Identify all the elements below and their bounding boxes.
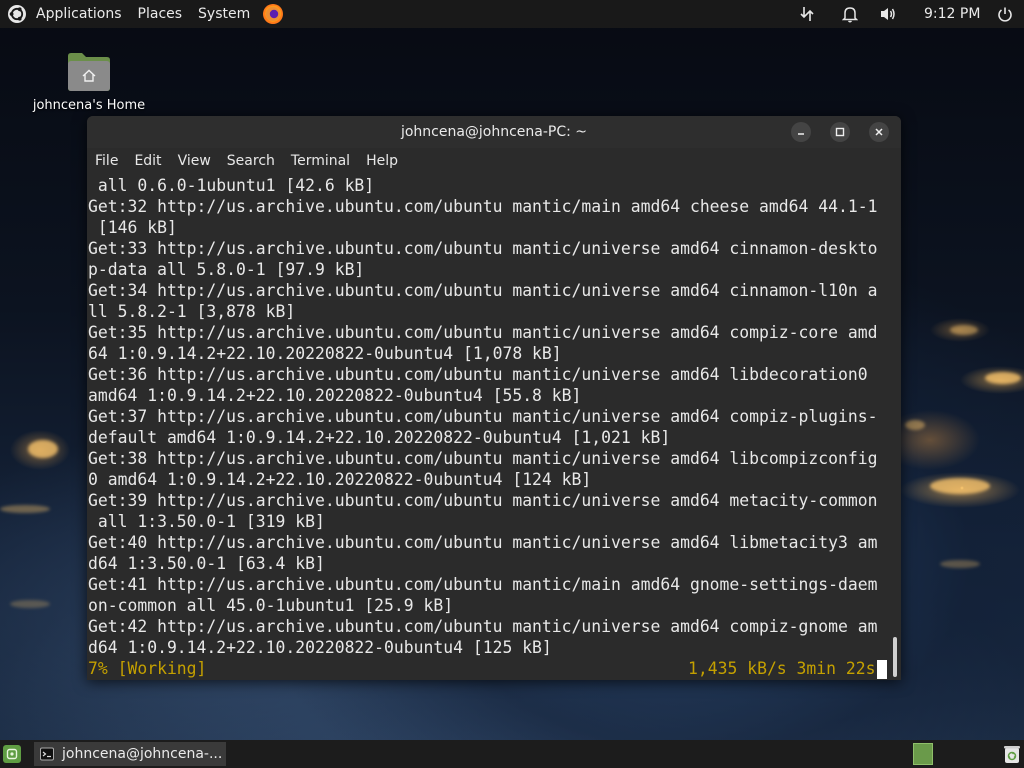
- trash-icon[interactable]: [1003, 744, 1021, 764]
- terminal-line: p-data all 5.8.0-1 [97.9 kB]: [88, 260, 365, 279]
- volume-icon[interactable]: [877, 3, 899, 25]
- terminal-line: Get:39 http://us.archive.ubuntu.com/ubun…: [88, 491, 878, 510]
- scrollbar-thumb[interactable]: [893, 637, 897, 677]
- home-folder-icon: [66, 50, 112, 92]
- terminal-line: Get:42 http://us.archive.ubuntu.com/ubun…: [88, 617, 878, 636]
- terminal-line: Get:34 http://us.archive.ubuntu.com/ubun…: [88, 281, 878, 300]
- progress-status: 7% [Working]: [88, 659, 207, 678]
- terminal-line: Get:33 http://us.archive.ubuntu.com/ubun…: [88, 239, 878, 258]
- home-icon-label: johncena's Home: [32, 98, 146, 113]
- top-panel: Applications Places System 9:12 PM: [0, 0, 1024, 28]
- mint-menu-icon[interactable]: [3, 745, 21, 763]
- terminal-line: Get:38 http://us.archive.ubuntu.com/ubun…: [88, 449, 878, 468]
- download-speed-eta: 1,435 kB/s 3min 22s: [688, 659, 876, 678]
- window-title: johncena@johncena-PC: ~: [400, 124, 588, 140]
- menu-terminal[interactable]: Terminal: [283, 148, 358, 174]
- menu-applications[interactable]: Applications: [28, 0, 130, 28]
- close-icon: [875, 128, 883, 136]
- terminal-menubar: File Edit View Search Terminal Help: [87, 148, 901, 174]
- menu-system[interactable]: System: [190, 0, 258, 28]
- menu-view[interactable]: View: [170, 148, 219, 174]
- terminal-line: ll 5.8.2-1 [3,878 kB]: [88, 302, 296, 321]
- terminal-line: on-common all 45.0-1ubuntu1 [25.9 kB]: [88, 596, 454, 615]
- ubuntu-logo-icon[interactable]: [6, 3, 28, 25]
- bottom-panel: johncena@johncena-...: [0, 740, 1024, 768]
- terminal-line: all 0.6.0-1ubuntu1 [42.6 kB]: [88, 176, 375, 195]
- menu-file[interactable]: File: [87, 148, 126, 174]
- firefox-icon[interactable]: [262, 3, 284, 25]
- terminal-line: Get:36 http://us.archive.ubuntu.com/ubun…: [88, 365, 878, 384]
- maximize-button[interactable]: [830, 122, 850, 142]
- terminal-window[interactable]: johncena@johncena-PC: ~ File Edit View S…: [87, 116, 901, 680]
- workspace-switcher-icon[interactable]: [913, 743, 933, 765]
- terminal-line: 0 amd64 1:0.9.14.2+22.10.20220822-0ubunt…: [88, 470, 592, 489]
- close-button[interactable]: [869, 122, 889, 142]
- terminal-line: d64 1:0.9.14.2+22.10.20220822-0ubuntu4 […: [88, 638, 552, 657]
- maximize-icon: [835, 127, 845, 137]
- terminal-icon: [40, 747, 54, 761]
- terminal-line: Get:41 http://us.archive.ubuntu.com/ubun…: [88, 575, 878, 594]
- power-icon[interactable]: [994, 3, 1016, 25]
- terminal-scrollbar[interactable]: [891, 174, 899, 680]
- clock[interactable]: 9:12 PM: [924, 0, 980, 28]
- taskbar-item-label: johncena@johncena-...: [62, 746, 223, 762]
- terminal-line: amd64 1:0.9.14.2+22.10.20220822-0ubuntu4…: [88, 386, 582, 405]
- terminal-cursor: [877, 660, 887, 679]
- window-titlebar[interactable]: johncena@johncena-PC: ~: [87, 116, 901, 148]
- terminal-line: Get:32 http://us.archive.ubuntu.com/ubun…: [88, 197, 878, 216]
- terminal-line: default amd64 1:0.9.14.2+22.10.20220822-…: [88, 428, 671, 447]
- bell-icon[interactable]: [839, 3, 861, 25]
- menu-search[interactable]: Search: [219, 148, 283, 174]
- network-icon[interactable]: [796, 3, 818, 25]
- minimize-button[interactable]: [791, 122, 811, 142]
- terminal-line: Get:40 http://us.archive.ubuntu.com/ubun…: [88, 533, 878, 552]
- terminal-output[interactable]: all 0.6.0-1ubuntu1 [42.6 kB] Get:32 http…: [87, 174, 901, 680]
- terminal-line: Get:37 http://us.archive.ubuntu.com/ubun…: [88, 407, 878, 426]
- terminal-line: 64 1:0.9.14.2+22.10.20220822-0ubuntu4 [1…: [88, 344, 562, 363]
- minimize-icon: [798, 133, 804, 135]
- menu-help[interactable]: Help: [358, 148, 406, 174]
- terminal-line: d64 1:3.50.0-1 [63.4 kB]: [88, 554, 325, 573]
- terminal-line: all 1:3.50.0-1 [319 kB]: [88, 512, 325, 531]
- menu-edit[interactable]: Edit: [126, 148, 169, 174]
- menu-places[interactable]: Places: [130, 0, 191, 28]
- terminal-line: Get:35 http://us.archive.ubuntu.com/ubun…: [88, 323, 878, 342]
- terminal-line: [146 kB]: [88, 218, 177, 237]
- taskbar-item-terminal[interactable]: johncena@johncena-...: [34, 742, 226, 766]
- desktop-home-icon[interactable]: johncena's Home: [30, 50, 148, 113]
